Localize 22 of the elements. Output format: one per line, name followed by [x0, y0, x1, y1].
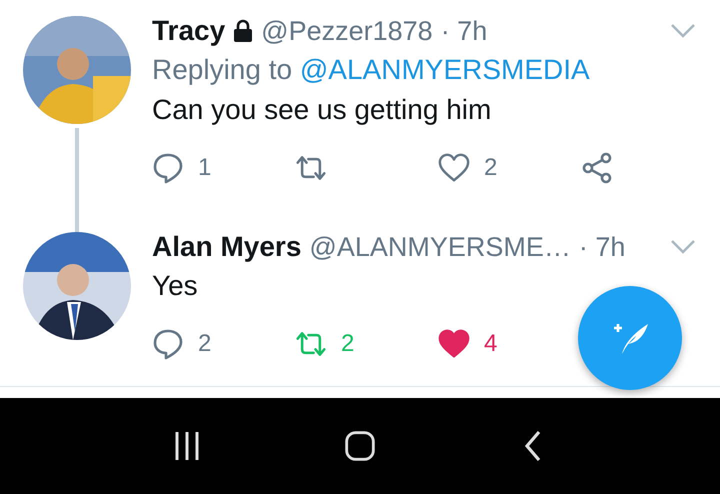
action-count: 2 — [198, 330, 212, 358]
user-handle: @ALANMYERSME… — [309, 232, 571, 262]
action-count: 2 — [484, 154, 498, 182]
mention-link[interactable]: @ALANMYERSMEDIA — [300, 54, 590, 85]
user-name: Alan Myers — [152, 231, 302, 263]
compose-button[interactable] — [578, 286, 682, 390]
action-count: 1 — [198, 154, 212, 182]
reply-icon[interactable] — [152, 152, 184, 184]
user-handle: @Pezzer1878 — [261, 16, 433, 46]
heart-icon[interactable] — [438, 328, 470, 360]
tweet-time: · 7h — [578, 232, 626, 262]
tweet-text: Yes — [152, 270, 199, 302]
replying-label: Replying to — [152, 54, 294, 85]
reply-icon[interactable] — [152, 328, 184, 360]
heart-icon[interactable] — [438, 152, 470, 184]
tweet-text: Can you see us getting him — [152, 94, 492, 126]
action-count: 4 — [484, 330, 498, 358]
share-icon[interactable] — [581, 152, 613, 184]
lock-icon — [233, 19, 254, 43]
tweet-time: · 7h — [440, 16, 488, 46]
action-count: 2 — [341, 330, 354, 358]
user-name: Tracy — [152, 15, 226, 47]
